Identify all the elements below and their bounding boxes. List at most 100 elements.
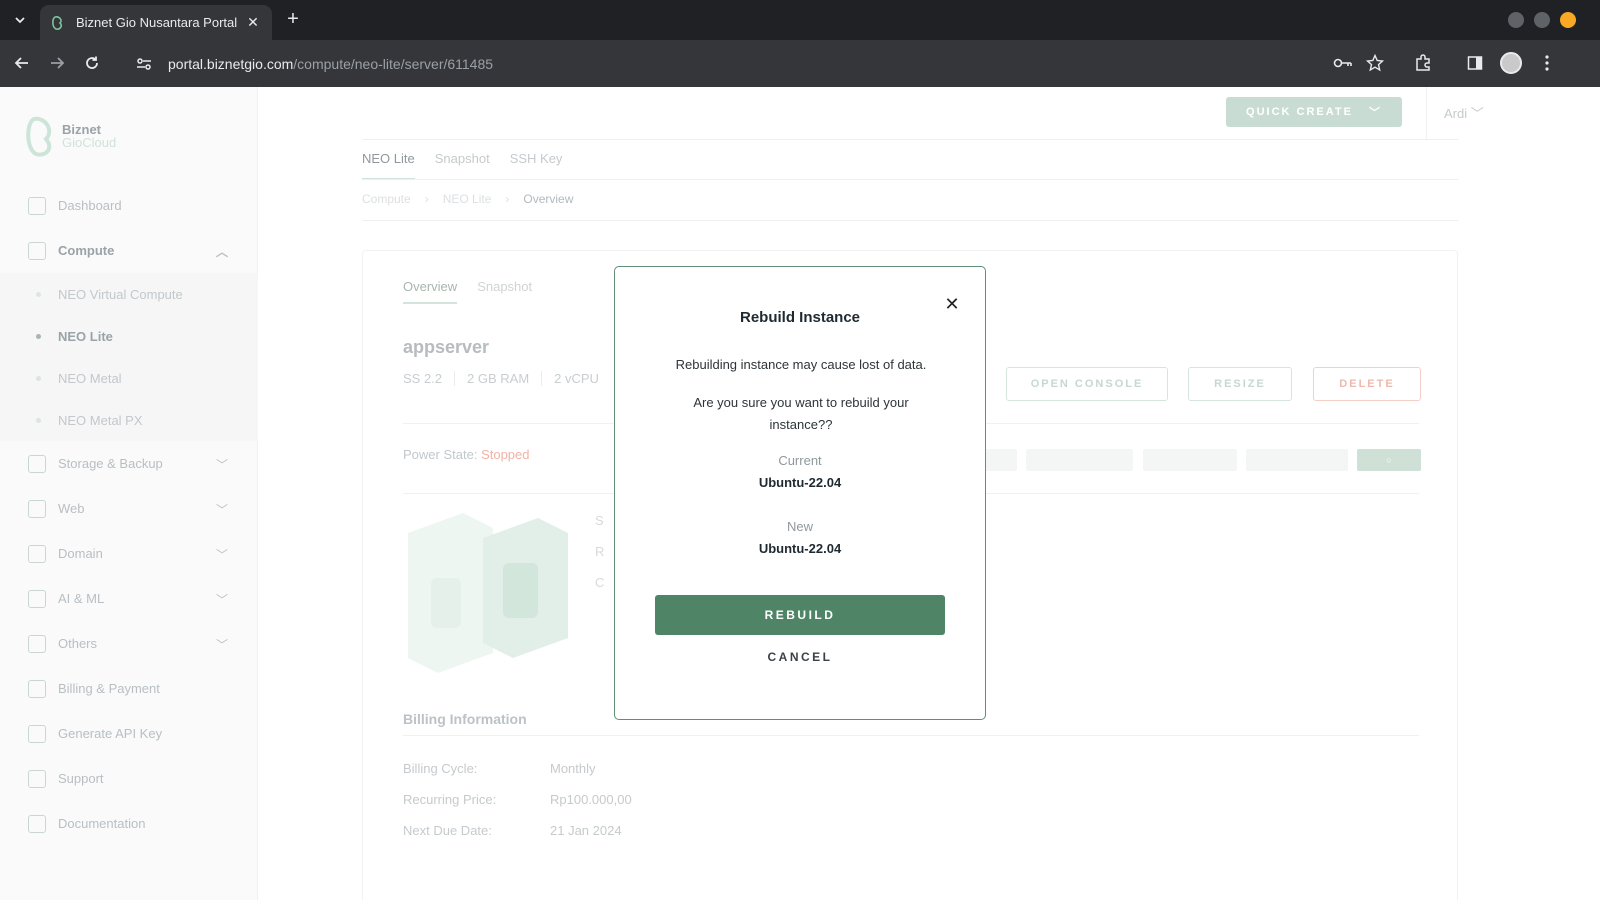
reload-icon[interactable] xyxy=(81,52,103,74)
spec-vcpu: 2 vCPU xyxy=(554,371,599,386)
user-menu[interactable]: Ardi ﹀ xyxy=(1444,103,1484,122)
sidebar-item-domain[interactable]: Domain ﹀ xyxy=(0,531,258,576)
sidebar-sub-neo-metal[interactable]: NEO Metal xyxy=(0,357,258,399)
rebuild-instance-modal: ✕ Rebuild Instance Rebuilding instance m… xyxy=(614,266,986,720)
sidebar-item-label: AI & ML xyxy=(58,591,105,606)
sidebar-item-ai-ml[interactable]: AI & ML ﹀ xyxy=(0,576,258,621)
modal-title: Rebuild Instance xyxy=(739,309,861,326)
sidebar-sub-neo-virtual-compute[interactable]: NEO Virtual Compute xyxy=(0,273,258,315)
api-key-icon xyxy=(28,724,46,743)
biznet-logo-icon xyxy=(26,116,52,157)
tab-ssh-key[interactable]: SSH Key xyxy=(510,151,563,180)
close-window-icon[interactable] xyxy=(1560,12,1576,28)
delete-button[interactable]: DELETE xyxy=(1313,367,1421,401)
chevron-right-icon: › xyxy=(424,192,429,206)
sidebar-item-compute[interactable]: Compute ︿ xyxy=(0,228,258,273)
biznet-favicon-icon xyxy=(50,15,66,31)
server-tabs: Overview Snapshot xyxy=(403,279,532,304)
breadcrumb-overview: Overview xyxy=(523,192,574,206)
ai-icon xyxy=(28,589,46,608)
sidebar-item-label: Documentation xyxy=(58,816,146,831)
power-action-button[interactable] xyxy=(1246,449,1348,471)
current-os-value: Ubuntu-22.04 xyxy=(758,475,842,490)
others-icon xyxy=(28,634,46,653)
tab-overview[interactable]: Overview xyxy=(403,279,458,304)
forward-arrow-icon[interactable] xyxy=(46,52,68,74)
sidebar-item-others[interactable]: Others ﹀ xyxy=(0,621,258,666)
sidebar-sub-label: NEO Lite xyxy=(58,328,113,344)
sidebar-item-support[interactable]: Support xyxy=(0,756,258,801)
divider xyxy=(403,735,1419,736)
spec-plan: SS 2.2 xyxy=(403,371,456,386)
tab-neo-lite[interactable]: NEO Lite xyxy=(362,151,415,180)
sidebar-item-storage-backup[interactable]: Storage & Backup ﹀ xyxy=(0,441,258,486)
sidebar: Biznet GioCloud Dashboard Compute ︿ NEO … xyxy=(0,87,258,900)
browser-menu-icon[interactable] xyxy=(1536,52,1558,74)
maximize-window-icon[interactable] xyxy=(1534,12,1550,28)
rebuild-button[interactable]: REBUILD xyxy=(655,595,945,635)
resize-button[interactable]: RESIZE xyxy=(1188,367,1292,401)
close-tab-icon[interactable]: ✕ xyxy=(244,14,262,32)
sidebar-item-generate-api-key[interactable]: Generate API Key xyxy=(0,711,258,756)
server-illustration xyxy=(408,513,568,673)
breadcrumb-compute[interactable]: Compute xyxy=(362,192,411,206)
chevron-down-icon: ﹀ xyxy=(215,458,228,472)
sidebar-item-billing-payment[interactable]: Billing & Payment xyxy=(0,666,258,711)
power-action-button[interactable] xyxy=(1026,449,1133,471)
address-bar[interactable]: portal.biznetgio.com/compute/neo-lite/se… xyxy=(124,47,1414,81)
billing-key: Next Due Date: xyxy=(403,823,492,838)
extensions-icon[interactable] xyxy=(1412,52,1434,74)
user-name: Ardi xyxy=(1444,106,1468,121)
quick-create-label: QUICK CREATE xyxy=(1246,106,1353,118)
sidebar-item-dashboard[interactable]: Dashboard xyxy=(0,183,258,228)
password-key-icon[interactable] xyxy=(1332,52,1354,74)
tab-server-snapshot[interactable]: Snapshot xyxy=(477,279,532,304)
billing-key: Billing Cycle: xyxy=(403,761,478,776)
sidebar-sub-neo-lite[interactable]: NEO Lite xyxy=(0,315,258,357)
compute-icon xyxy=(28,241,46,260)
minimize-window-icon[interactable] xyxy=(1508,12,1524,28)
power-state-label: Power State: xyxy=(403,447,478,462)
divider xyxy=(362,179,1458,180)
browser-tab[interactable]: Biznet Gio Nusantara Portal ✕ xyxy=(40,5,272,40)
billing-row: Next Due Date: 21 Jan 2024 xyxy=(403,823,622,838)
sidebar-item-documentation[interactable]: Documentation xyxy=(0,801,258,846)
new-tab-icon[interactable]: + xyxy=(282,9,304,31)
bullet-icon xyxy=(36,291,41,297)
sidebar-item-label: Domain xyxy=(58,546,103,561)
sidebar-item-label: Billing & Payment xyxy=(58,681,160,696)
chevron-up-icon: ︿ xyxy=(215,245,228,259)
bookmark-star-icon[interactable] xyxy=(1364,52,1386,74)
profile-avatar[interactable] xyxy=(1500,52,1522,74)
back-arrow-icon[interactable] xyxy=(11,52,33,74)
new-os-label: New xyxy=(786,519,813,534)
billing-icon xyxy=(28,679,46,698)
logo-line2: GioCloud xyxy=(62,135,117,150)
quick-create-button[interactable]: QUICK CREATE ﹀ xyxy=(1226,97,1402,127)
biznet-logo[interactable]: Biznet GioCloud xyxy=(24,115,116,157)
sidebar-sub-neo-metal-px[interactable]: NEO Metal PX xyxy=(0,399,258,441)
browser-tabbar: Biznet Gio Nusantara Portal ✕ + xyxy=(0,0,1600,40)
chevron-right-icon: › xyxy=(505,192,510,206)
side-panel-icon[interactable] xyxy=(1464,52,1486,74)
url-text: portal.biznetgio.com/compute/neo-lite/se… xyxy=(168,56,493,72)
spec-ram: 2 GB RAM xyxy=(467,371,543,386)
sidebar-item-label: Others xyxy=(58,636,98,651)
refresh-button[interactable]: ○ xyxy=(1357,449,1421,471)
browser-toolbar: portal.biznetgio.com/compute/neo-lite/se… xyxy=(0,40,1600,87)
open-console-button[interactable]: OPEN CONSOLE xyxy=(1006,367,1168,401)
site-info-icon[interactable] xyxy=(132,52,156,76)
sidebar-sub-label: NEO Metal PX xyxy=(58,412,143,428)
breadcrumb-neo-lite[interactable]: NEO Lite xyxy=(443,192,492,206)
billing-key: Recurring Price: xyxy=(403,792,497,807)
power-action-button[interactable] xyxy=(1143,449,1237,471)
chevron-down-icon: ﹀ xyxy=(215,638,228,652)
refresh-icon: ○ xyxy=(1386,455,1392,465)
tab-search-icon[interactable] xyxy=(8,8,32,32)
chevron-down-icon: ﹀ xyxy=(1368,107,1382,119)
tab-snapshot[interactable]: Snapshot xyxy=(435,151,490,180)
sidebar-item-web[interactable]: Web ﹀ xyxy=(0,486,258,531)
sidebar-item-label: Web xyxy=(58,501,85,516)
support-icon xyxy=(28,769,46,788)
cancel-button[interactable]: CANCEL xyxy=(615,650,985,664)
